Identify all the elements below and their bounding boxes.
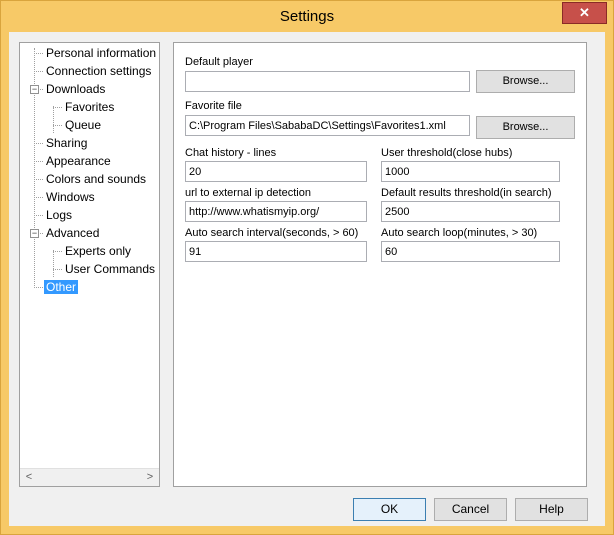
window-title: Settings: [279, 8, 335, 25]
tree-item-appearance[interactable]: Appearance: [44, 152, 113, 170]
tree-item-experts-only[interactable]: Experts only: [63, 242, 133, 260]
auto-search-loop-label: Auto search loop(minutes, > 30): [381, 227, 538, 239]
tree-item-label: Queue: [65, 118, 102, 132]
close-button[interactable]: ✕: [562, 2, 607, 24]
scroll-right-icon[interactable]: >: [143, 471, 157, 484]
tree-item-label: Logs: [46, 208, 73, 222]
settings-tree[interactable]: Personal information Connection settings −…: [19, 42, 160, 487]
tree-guide-line: [53, 107, 62, 108]
tree-horizontal-scrollbar[interactable]: < >: [20, 468, 159, 486]
title-bar[interactable]: Settings ✕: [1, 1, 613, 32]
tree-item-label: Advanced: [46, 226, 100, 240]
settings-window: Settings ✕ Personal information Connectio…: [0, 0, 614, 535]
scroll-left-icon[interactable]: <: [22, 471, 36, 484]
tree-item-personal-information[interactable]: Personal information: [44, 44, 158, 62]
tree-item-label: Windows: [46, 190, 95, 204]
browse-favorite-button[interactable]: Browse...: [476, 116, 575, 139]
default-player-input[interactable]: [185, 71, 470, 92]
tree-guide-line: [53, 125, 62, 126]
tree-guide-line: [53, 269, 62, 270]
tree-item-downloads[interactable]: Downloads: [44, 80, 107, 98]
auto-search-loop-input[interactable]: 60: [381, 241, 560, 262]
tree-guide-line: [34, 71, 43, 72]
tree-guide-line: [34, 197, 43, 198]
default-results-label: Default results threshold(in search): [381, 187, 552, 199]
dialog-client-area: Personal information Connection settings −…: [9, 32, 605, 526]
settings-panel: Default player Browse... Favorite file C…: [173, 42, 587, 487]
favorite-file-input[interactable]: C:\Program Files\SababaDC\Settings\Favor…: [185, 115, 470, 136]
cancel-button[interactable]: Cancel: [434, 498, 507, 521]
tree-item-user-commands[interactable]: User Commands: [63, 260, 157, 278]
user-threshold-label: User threshold(close hubs): [381, 147, 513, 159]
tree-item-queue[interactable]: Queue: [63, 116, 103, 134]
auto-search-interval-input[interactable]: 91: [185, 241, 367, 262]
tree-guide-line: [34, 287, 43, 288]
tree-item-label: Sharing: [46, 136, 88, 150]
tree-guide-line: [34, 215, 43, 216]
tree-item-windows[interactable]: Windows: [44, 188, 97, 206]
tree-guide-line: [34, 161, 43, 162]
tree-item-label: Favorites: [65, 100, 115, 114]
url-ip-label: url to external ip detection: [185, 187, 311, 199]
tree-item-favorites[interactable]: Favorites: [63, 98, 116, 116]
tree-item-label: Experts only: [65, 244, 132, 258]
browse-player-button[interactable]: Browse...: [476, 70, 575, 93]
tree-item-logs[interactable]: Logs: [44, 206, 74, 224]
tree-item-sharing[interactable]: Sharing: [44, 134, 89, 152]
tree-item-label: Other: [44, 280, 79, 294]
favorite-file-label: Favorite file: [185, 100, 242, 112]
auto-search-interval-label: Auto search interval(seconds, > 60): [185, 227, 359, 239]
help-button[interactable]: Help: [515, 498, 588, 521]
tree-item-label: Appearance: [46, 154, 111, 168]
tree-item-colors-and-sounds[interactable]: Colors and sounds: [44, 170, 148, 188]
tree-item-label: Downloads: [46, 82, 106, 96]
default-player-label: Default player: [185, 56, 253, 68]
tree-guide-line: [34, 53, 43, 54]
tree-collapse-icon[interactable]: −: [30, 85, 39, 94]
tree-item-other[interactable]: Other: [44, 278, 79, 296]
tree-guide-line: [53, 251, 62, 252]
url-ip-input[interactable]: http://www.whatismyip.org/: [185, 201, 367, 222]
tree-guide-line: [34, 179, 43, 180]
user-threshold-input[interactable]: 1000: [381, 161, 560, 182]
chat-history-input[interactable]: 20: [185, 161, 367, 182]
default-results-input[interactable]: 2500: [381, 201, 560, 222]
tree-item-label: Connection settings: [46, 64, 152, 78]
tree-item-label: Personal information: [46, 46, 157, 60]
tree-collapse-icon[interactable]: −: [30, 229, 39, 238]
ok-button[interactable]: OK: [353, 498, 426, 521]
chat-history-label: Chat history - lines: [185, 147, 277, 159]
tree-item-label: User Commands: [65, 262, 156, 276]
tree-guide-line: [34, 143, 43, 144]
tree-item-connection-settings[interactable]: Connection settings: [44, 62, 153, 80]
tree-item-label: Colors and sounds: [46, 172, 147, 186]
tree-item-advanced[interactable]: Advanced: [44, 224, 101, 242]
tree-guide-line: [53, 106, 54, 133]
tree-guide-line: [53, 250, 54, 277]
